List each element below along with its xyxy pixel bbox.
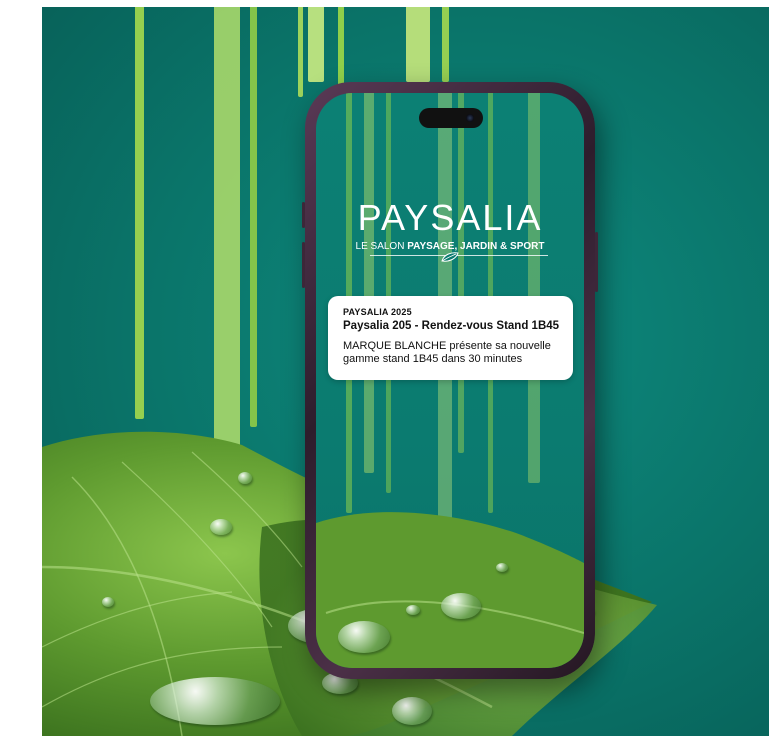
leaf-icon bbox=[441, 252, 459, 262]
water-droplet bbox=[406, 605, 420, 615]
notification-body: MARQUE BLANCHE présente sa nouvelle gamm… bbox=[343, 340, 551, 365]
water-droplet bbox=[441, 593, 481, 619]
brand-logo-title: PAYSALIA bbox=[357, 197, 543, 238]
water-droplet bbox=[496, 563, 508, 572]
water-droplet bbox=[210, 519, 232, 535]
promo-scene: PAYSALIA LE SALON PAYSAGE, JARDIN & SPOR… bbox=[42, 7, 769, 736]
push-notification[interactable]: PAYSALIA 2025 Paysalia 205 - Rendez-vous… bbox=[328, 296, 573, 380]
water-droplet bbox=[238, 472, 252, 484]
volume-button bbox=[302, 202, 305, 228]
power-button bbox=[595, 232, 598, 292]
screen-leaf bbox=[316, 512, 584, 668]
camera-icon bbox=[466, 114, 474, 122]
water-droplet bbox=[102, 597, 114, 607]
phone-screen: PAYSALIA LE SALON PAYSAGE, JARDIN & SPOR… bbox=[316, 93, 584, 668]
dynamic-island bbox=[419, 108, 483, 128]
notification-app-name: PAYSALIA 2025 bbox=[343, 307, 412, 317]
notification-title: Paysalia 205 - Rendez-vous Stand 1B45 bbox=[343, 320, 560, 332]
water-droplet bbox=[392, 697, 432, 725]
water-droplet bbox=[150, 677, 280, 725]
water-droplet bbox=[338, 621, 390, 653]
volume-button bbox=[302, 242, 305, 288]
smartphone: PAYSALIA LE SALON PAYSAGE, JARDIN & SPOR… bbox=[302, 82, 598, 679]
